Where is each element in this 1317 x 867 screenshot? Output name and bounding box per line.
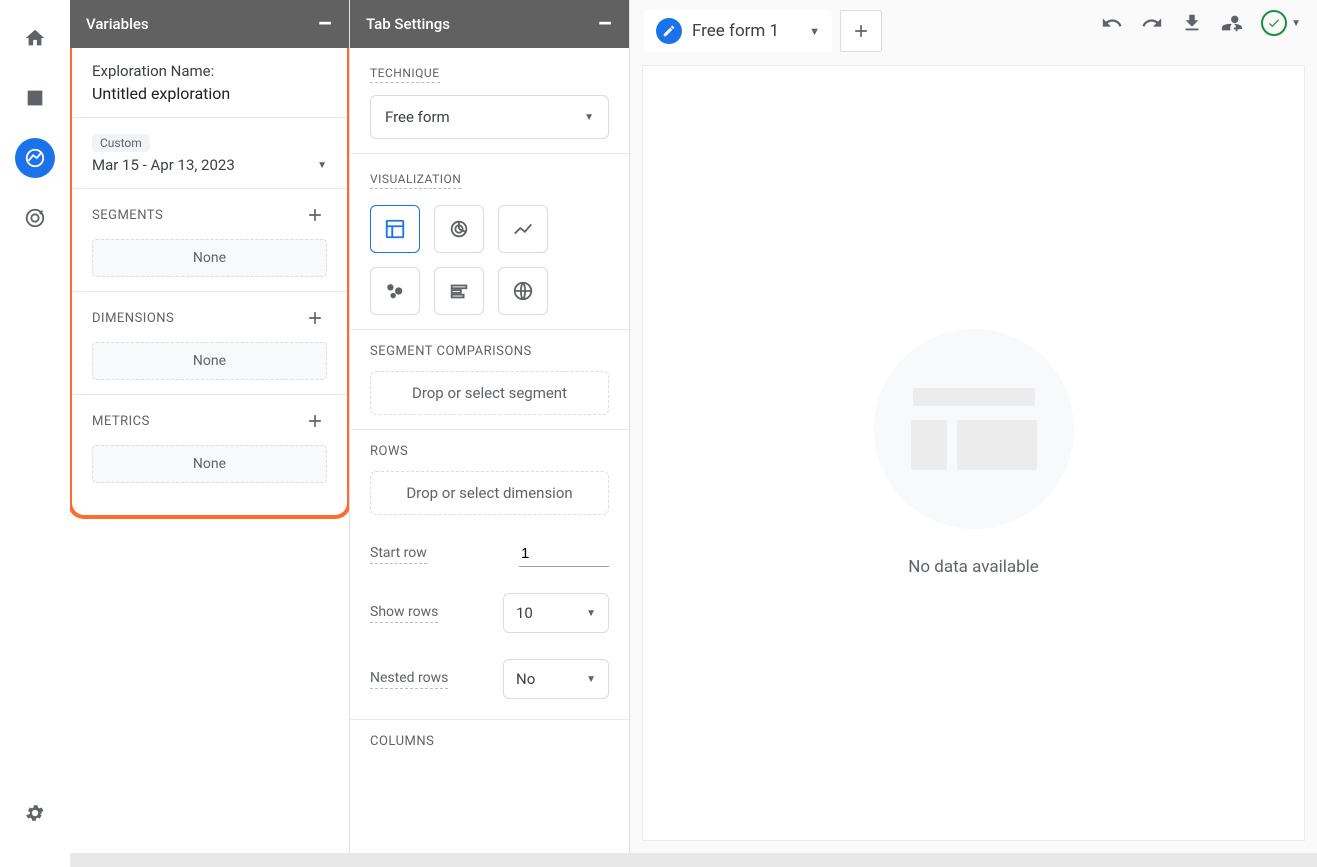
viz-scatter-icon[interactable] xyxy=(370,267,420,315)
placeholder-illustration xyxy=(874,329,1074,529)
add-metric-button[interactable] xyxy=(303,409,327,433)
undo-icon[interactable] xyxy=(1101,12,1123,34)
chevron-down-icon: ▼ xyxy=(317,160,327,171)
add-segment-button[interactable] xyxy=(303,203,327,227)
technique-value: Free form xyxy=(385,108,450,126)
start-row-label: Start row xyxy=(370,545,427,564)
nested-rows-value: No xyxy=(516,670,535,688)
chevron-down-icon: ▼ xyxy=(584,112,594,123)
show-rows-label: Show rows xyxy=(370,604,438,623)
status-indicator[interactable] xyxy=(1261,10,1287,36)
dimensions-none: None xyxy=(92,342,327,380)
exploration-name-section[interactable]: Exploration Name: Untitled exploration xyxy=(72,48,347,118)
technique-select[interactable]: Free form ▼ xyxy=(370,95,609,139)
exploration-name-value: Untitled exploration xyxy=(92,84,327,103)
rows-drop-zone[interactable]: Drop or select dimension xyxy=(370,471,609,515)
segments-title: SEGMENTS xyxy=(92,208,163,223)
technique-section: TECHNIQUE Free form ▼ xyxy=(350,48,629,154)
technique-label: TECHNIQUE xyxy=(370,66,440,83)
nav-explore-icon[interactable] xyxy=(15,138,55,178)
date-badge: Custom xyxy=(92,134,150,152)
dimensions-title: DIMENSIONS xyxy=(92,311,174,326)
nav-advertising-icon[interactable] xyxy=(15,198,55,238)
share-icon[interactable] xyxy=(1221,12,1243,34)
canvas-body: No data available xyxy=(642,65,1305,841)
redo-icon[interactable] xyxy=(1141,12,1163,34)
nested-rows-label: Nested rows xyxy=(370,670,448,689)
columns-label: COLUMNS xyxy=(370,734,609,749)
start-row-input[interactable] xyxy=(519,541,609,567)
metrics-title: METRICS xyxy=(92,414,150,429)
visualization-label: VISUALIZATION xyxy=(370,172,461,189)
variables-title: Variables xyxy=(86,15,149,33)
nav-reports-icon[interactable] xyxy=(15,78,55,118)
variables-panel: Variables − Exploration Name: Untitled e… xyxy=(70,0,350,853)
viz-line-icon[interactable] xyxy=(498,205,548,253)
add-tab-button[interactable] xyxy=(840,10,882,52)
metrics-none: None xyxy=(92,445,327,483)
horizontal-scrollbar[interactable] xyxy=(70,853,1317,867)
nav-home-icon[interactable] xyxy=(15,18,55,58)
add-dimension-button[interactable] xyxy=(303,306,327,330)
columns-section: COLUMNS xyxy=(350,720,629,763)
dimensions-section: DIMENSIONS None xyxy=(72,292,347,395)
highlight-box: Exploration Name: Untitled exploration C… xyxy=(70,48,349,519)
canvas-area: Free form 1 ▼ ▼ No data a xyxy=(630,0,1317,853)
viz-geo-icon[interactable] xyxy=(498,267,548,315)
date-range-section[interactable]: Custom Mar 15 - Apr 13, 2023 ▼ xyxy=(72,118,347,189)
chevron-down-icon: ▼ xyxy=(586,674,596,685)
exploration-name-label: Exploration Name: xyxy=(92,62,327,80)
rows-section: ROWS Drop or select dimension Start row … xyxy=(350,430,629,720)
nav-rail xyxy=(0,0,70,853)
tab-name: Free form 1 xyxy=(692,21,779,41)
visualization-section: VISUALIZATION xyxy=(350,154,629,330)
active-tab[interactable]: Free form 1 ▼ xyxy=(644,10,832,52)
segments-none: None xyxy=(92,239,327,277)
chevron-down-icon: ▼ xyxy=(586,608,596,619)
no-data-text: No data available xyxy=(908,557,1039,577)
show-rows-value: 10 xyxy=(516,604,533,622)
segment-comparisons-label: SEGMENT COMPARISONS xyxy=(370,344,609,359)
download-icon[interactable] xyxy=(1181,12,1203,34)
viz-donut-icon[interactable] xyxy=(434,205,484,253)
segments-section: SEGMENTS None xyxy=(72,189,347,292)
rows-label: ROWS xyxy=(370,444,609,459)
chevron-down-icon[interactable]: ▼ xyxy=(1291,18,1301,29)
chevron-down-icon[interactable]: ▼ xyxy=(809,25,820,38)
tab-settings-panel: Tab Settings − TECHNIQUE Free form ▼ VIS… xyxy=(350,0,630,853)
tab-settings-header: Tab Settings − xyxy=(350,0,629,48)
edit-icon xyxy=(656,18,682,44)
viz-bar-icon[interactable] xyxy=(434,267,484,315)
variables-header: Variables − xyxy=(70,0,349,48)
date-range-text: Mar 15 - Apr 13, 2023 xyxy=(92,156,235,174)
tab-settings-title: Tab Settings xyxy=(366,15,450,33)
segment-drop-zone[interactable]: Drop or select segment xyxy=(370,371,609,415)
show-rows-select[interactable]: 10 ▼ xyxy=(503,593,609,633)
segment-comparisons-section: SEGMENT COMPARISONS Drop or select segme… xyxy=(350,330,629,430)
viz-table-icon[interactable] xyxy=(370,205,420,253)
canvas-toolbar: ▼ xyxy=(1101,10,1301,36)
metrics-section: METRICS None xyxy=(72,395,347,497)
nested-rows-select[interactable]: No ▼ xyxy=(503,659,609,699)
nav-admin-icon[interactable] xyxy=(15,793,55,833)
